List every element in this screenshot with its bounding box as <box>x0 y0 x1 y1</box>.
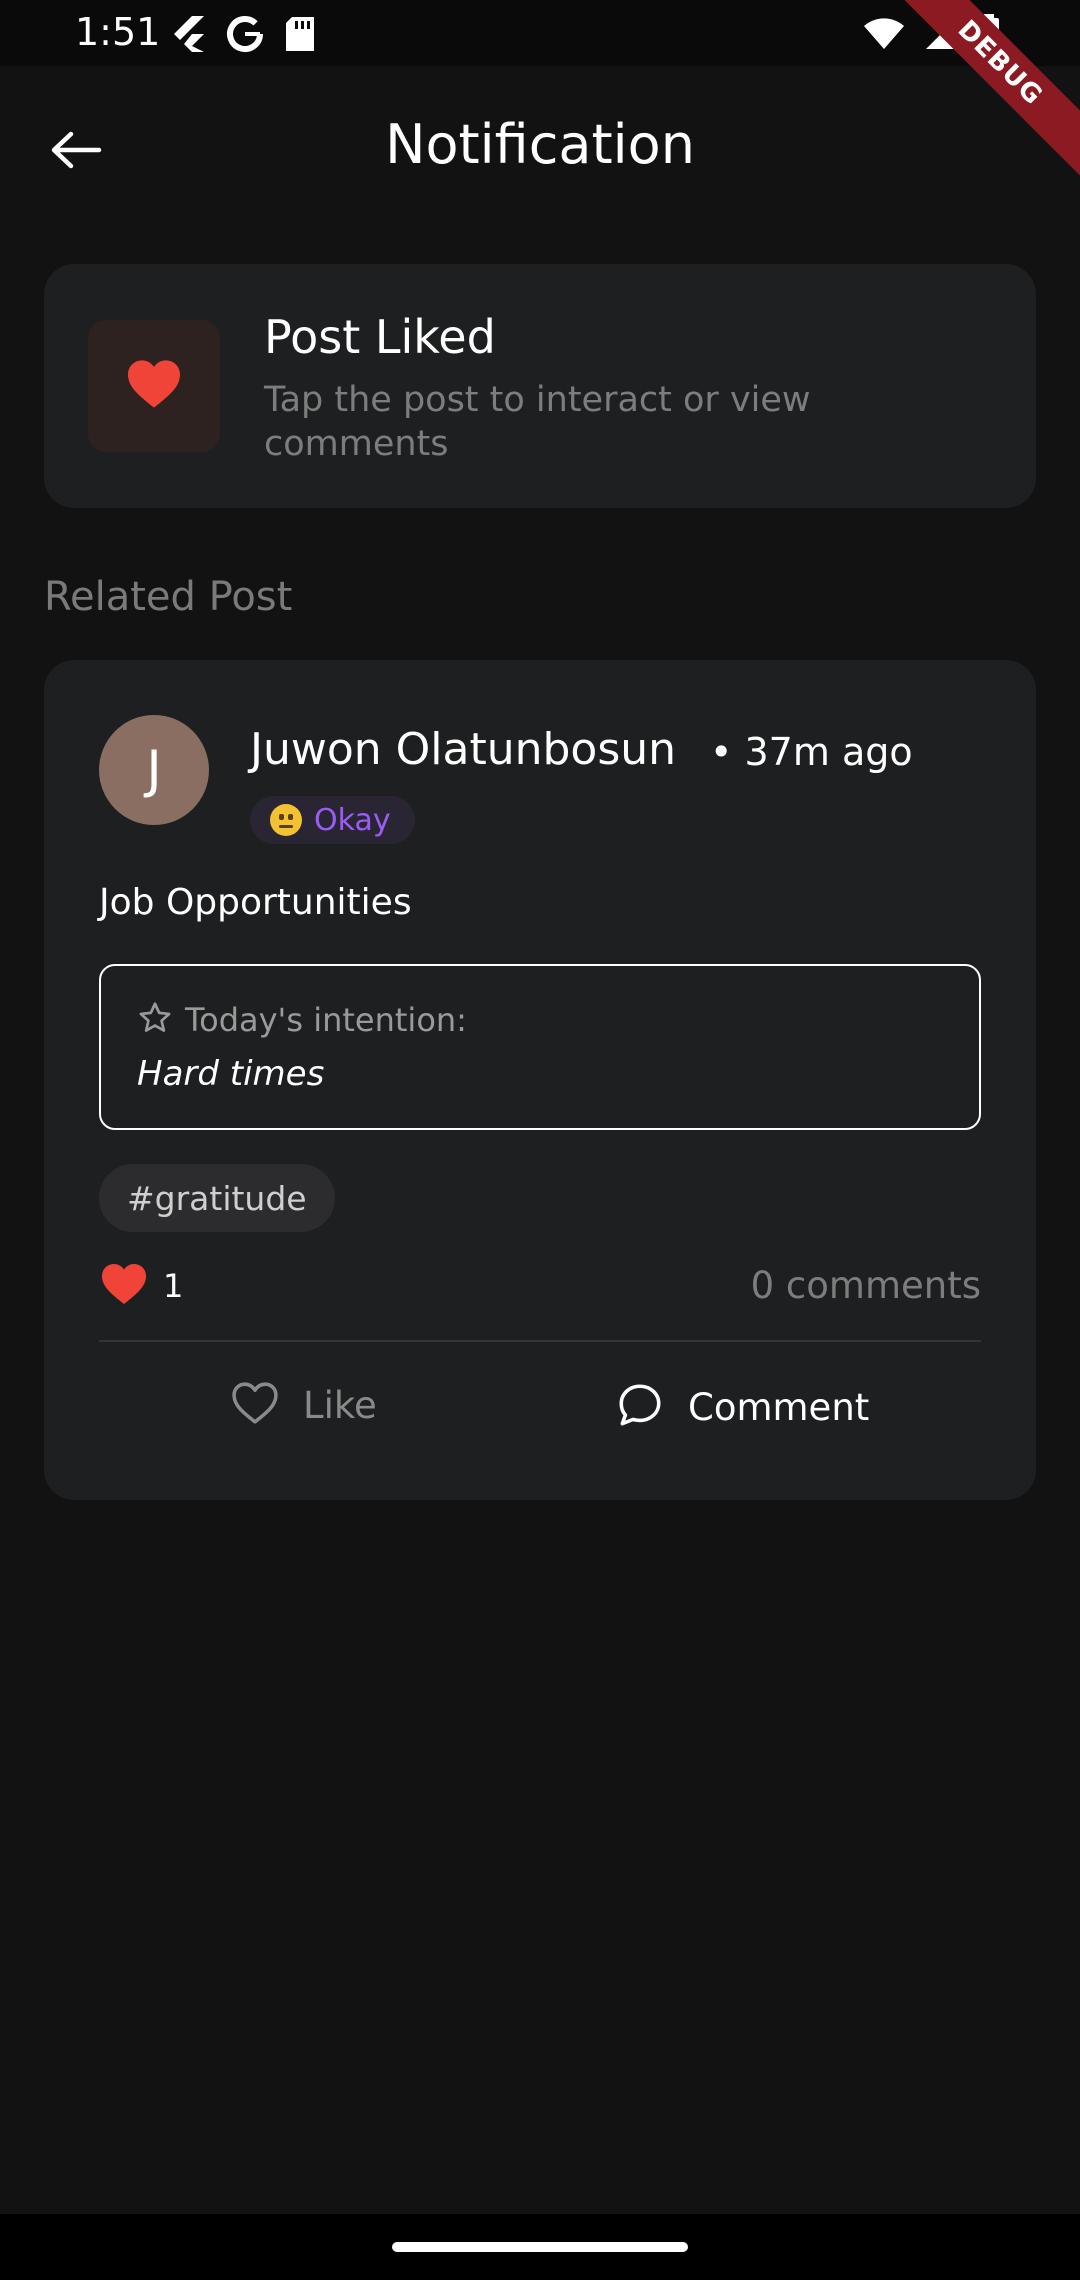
notification-subtitle: Tap the post to interact or view comment… <box>264 380 811 464</box>
flutter-icon <box>170 14 206 58</box>
intention-label-row: Today's intention: <box>137 1000 467 1040</box>
intention-text: Hard times <box>137 1054 325 1094</box>
comment-bubble-icon <box>614 1380 666 1434</box>
status-icons-left <box>170 14 316 58</box>
post-title: Job Opportunities <box>99 882 412 923</box>
post-time: • 37m ago <box>710 730 913 774</box>
author-name[interactable]: Juwon Olatunbosun <box>250 724 676 775</box>
likes-summary: 1 <box>99 1262 183 1310</box>
status-time: 1:51 <box>75 10 161 54</box>
navigation-bar <box>0 2214 1080 2280</box>
app-bar: Notification <box>0 66 1080 226</box>
heart-outline-icon <box>229 1380 281 1430</box>
avatar[interactable]: J <box>99 715 209 825</box>
screen: 1:51 DEBUG Notification Post Liked Tap t… <box>0 0 1080 2280</box>
star-outline-icon <box>137 1000 173 1040</box>
mood-label: Okay <box>314 802 391 838</box>
heart-icon <box>125 358 183 414</box>
notification-icon-box <box>88 320 220 452</box>
notification-title: Post Liked <box>264 310 496 364</box>
mood-chip: Okay <box>250 796 415 844</box>
google-icon <box>226 15 264 57</box>
intention-box: Today's intention: Hard times <box>99 964 981 1130</box>
post-card[interactable]: J Juwon Olatunbosun • 37m ago Okay Job O… <box>44 660 1036 1500</box>
like-label: Like <box>303 1383 377 1427</box>
like-button[interactable]: Like <box>229 1380 377 1430</box>
home-indicator[interactable] <box>392 2242 688 2252</box>
comments-count[interactable]: 0 comments <box>751 1264 981 1307</box>
related-post-label: Related Post <box>44 574 293 620</box>
intention-label: Today's intention: <box>185 1001 467 1039</box>
comment-label: Comment <box>688 1385 870 1429</box>
page-title: Notification <box>385 113 695 176</box>
sd-card-icon <box>284 15 316 57</box>
heart-filled-icon <box>99 1262 149 1310</box>
likes-count: 1 <box>163 1267 184 1305</box>
tag-chip[interactable]: #gratitude <box>99 1164 335 1232</box>
wifi-icon <box>862 16 906 54</box>
neutral-face-icon <box>270 804 302 836</box>
comment-button[interactable]: Comment <box>614 1380 869 1434</box>
divider <box>99 1340 981 1342</box>
notification-card[interactable]: Post Liked Tap the post to interact or v… <box>44 264 1036 508</box>
